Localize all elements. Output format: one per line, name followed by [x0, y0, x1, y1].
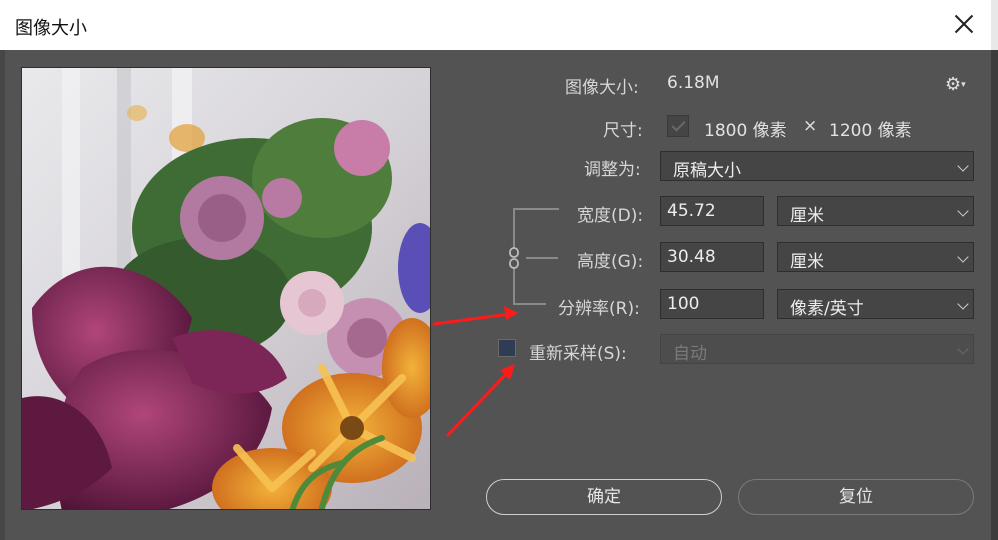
annotation-arrow-resolution: [432, 312, 512, 326]
resample-checkbox[interactable]: [498, 339, 516, 357]
width-unit-select[interactable]: 厘米: [777, 196, 974, 226]
height-label: 高度(G):: [577, 252, 644, 272]
close-icon[interactable]: [951, 11, 977, 37]
fit-to-select[interactable]: 原稿大小: [660, 151, 974, 181]
image-preview[interactable]: [21, 67, 431, 510]
image-size-label: 图像大小:: [565, 78, 639, 98]
chevron-down-icon: [957, 205, 969, 217]
constraint-bracket-top: [513, 208, 559, 210]
chevron-down-icon: [957, 160, 969, 172]
fit-to-label: 调整为:: [584, 160, 641, 180]
resolution-unit-value: 像素/英寸: [790, 299, 864, 319]
resample-method-value: 自动: [673, 344, 707, 364]
fit-to-value: 原稿大小: [673, 161, 741, 181]
dimension-width-px: 1800 像素: [704, 121, 787, 141]
height-input[interactable]: [660, 242, 764, 272]
height-unit-select[interactable]: 厘米: [777, 242, 974, 272]
annotation-arrowhead-resample: [500, 364, 515, 380]
width-label: 宽度(D):: [577, 206, 644, 226]
image-size-value: 6.18M: [667, 73, 720, 93]
window-title: 图像大小: [15, 18, 87, 39]
resample-method-select[interactable]: 自动: [660, 334, 974, 364]
resolution-label: 分辨率(R):: [558, 299, 640, 319]
flower-photo: [22, 68, 430, 509]
constraint-bracket-mid: [526, 257, 558, 259]
resample-label: 重新采样(S):: [529, 344, 627, 364]
dimensions-unit-dropdown-icon[interactable]: [667, 115, 689, 137]
title-bar: 图像大小: [0, 0, 991, 50]
annotation-arrows: [432, 306, 518, 437]
constraint-bracket-bottom: [513, 303, 546, 305]
reset-button[interactable]: 复位: [738, 479, 974, 515]
constraint-bracket-upper: [513, 208, 515, 248]
ok-button[interactable]: 确定: [486, 479, 722, 515]
chevron-down-icon: [957, 251, 969, 263]
background-app-strip-left: [0, 50, 5, 540]
dimension-times: ×: [803, 116, 818, 136]
constraint-bracket-lower: [513, 268, 515, 304]
chevron-down-icon: [957, 298, 969, 310]
annotation-arrowhead-resolution: [504, 306, 518, 320]
width-unit-value: 厘米: [790, 206, 824, 226]
dimensions-label: 尺寸:: [603, 121, 643, 141]
resolution-unit-select[interactable]: 像素/英寸: [777, 289, 974, 319]
background-app-strip: [991, 0, 998, 540]
resolution-input[interactable]: [660, 289, 764, 319]
gear-icon[interactable]: ⚙▾: [945, 74, 966, 95]
dimension-height-px: 1200 像素: [829, 121, 912, 141]
chevron-down-icon: [957, 343, 969, 355]
width-input[interactable]: [660, 196, 764, 226]
height-unit-value: 厘米: [790, 252, 824, 272]
link-icon[interactable]: [508, 247, 520, 269]
annotation-arrow-resample: [446, 370, 510, 437]
